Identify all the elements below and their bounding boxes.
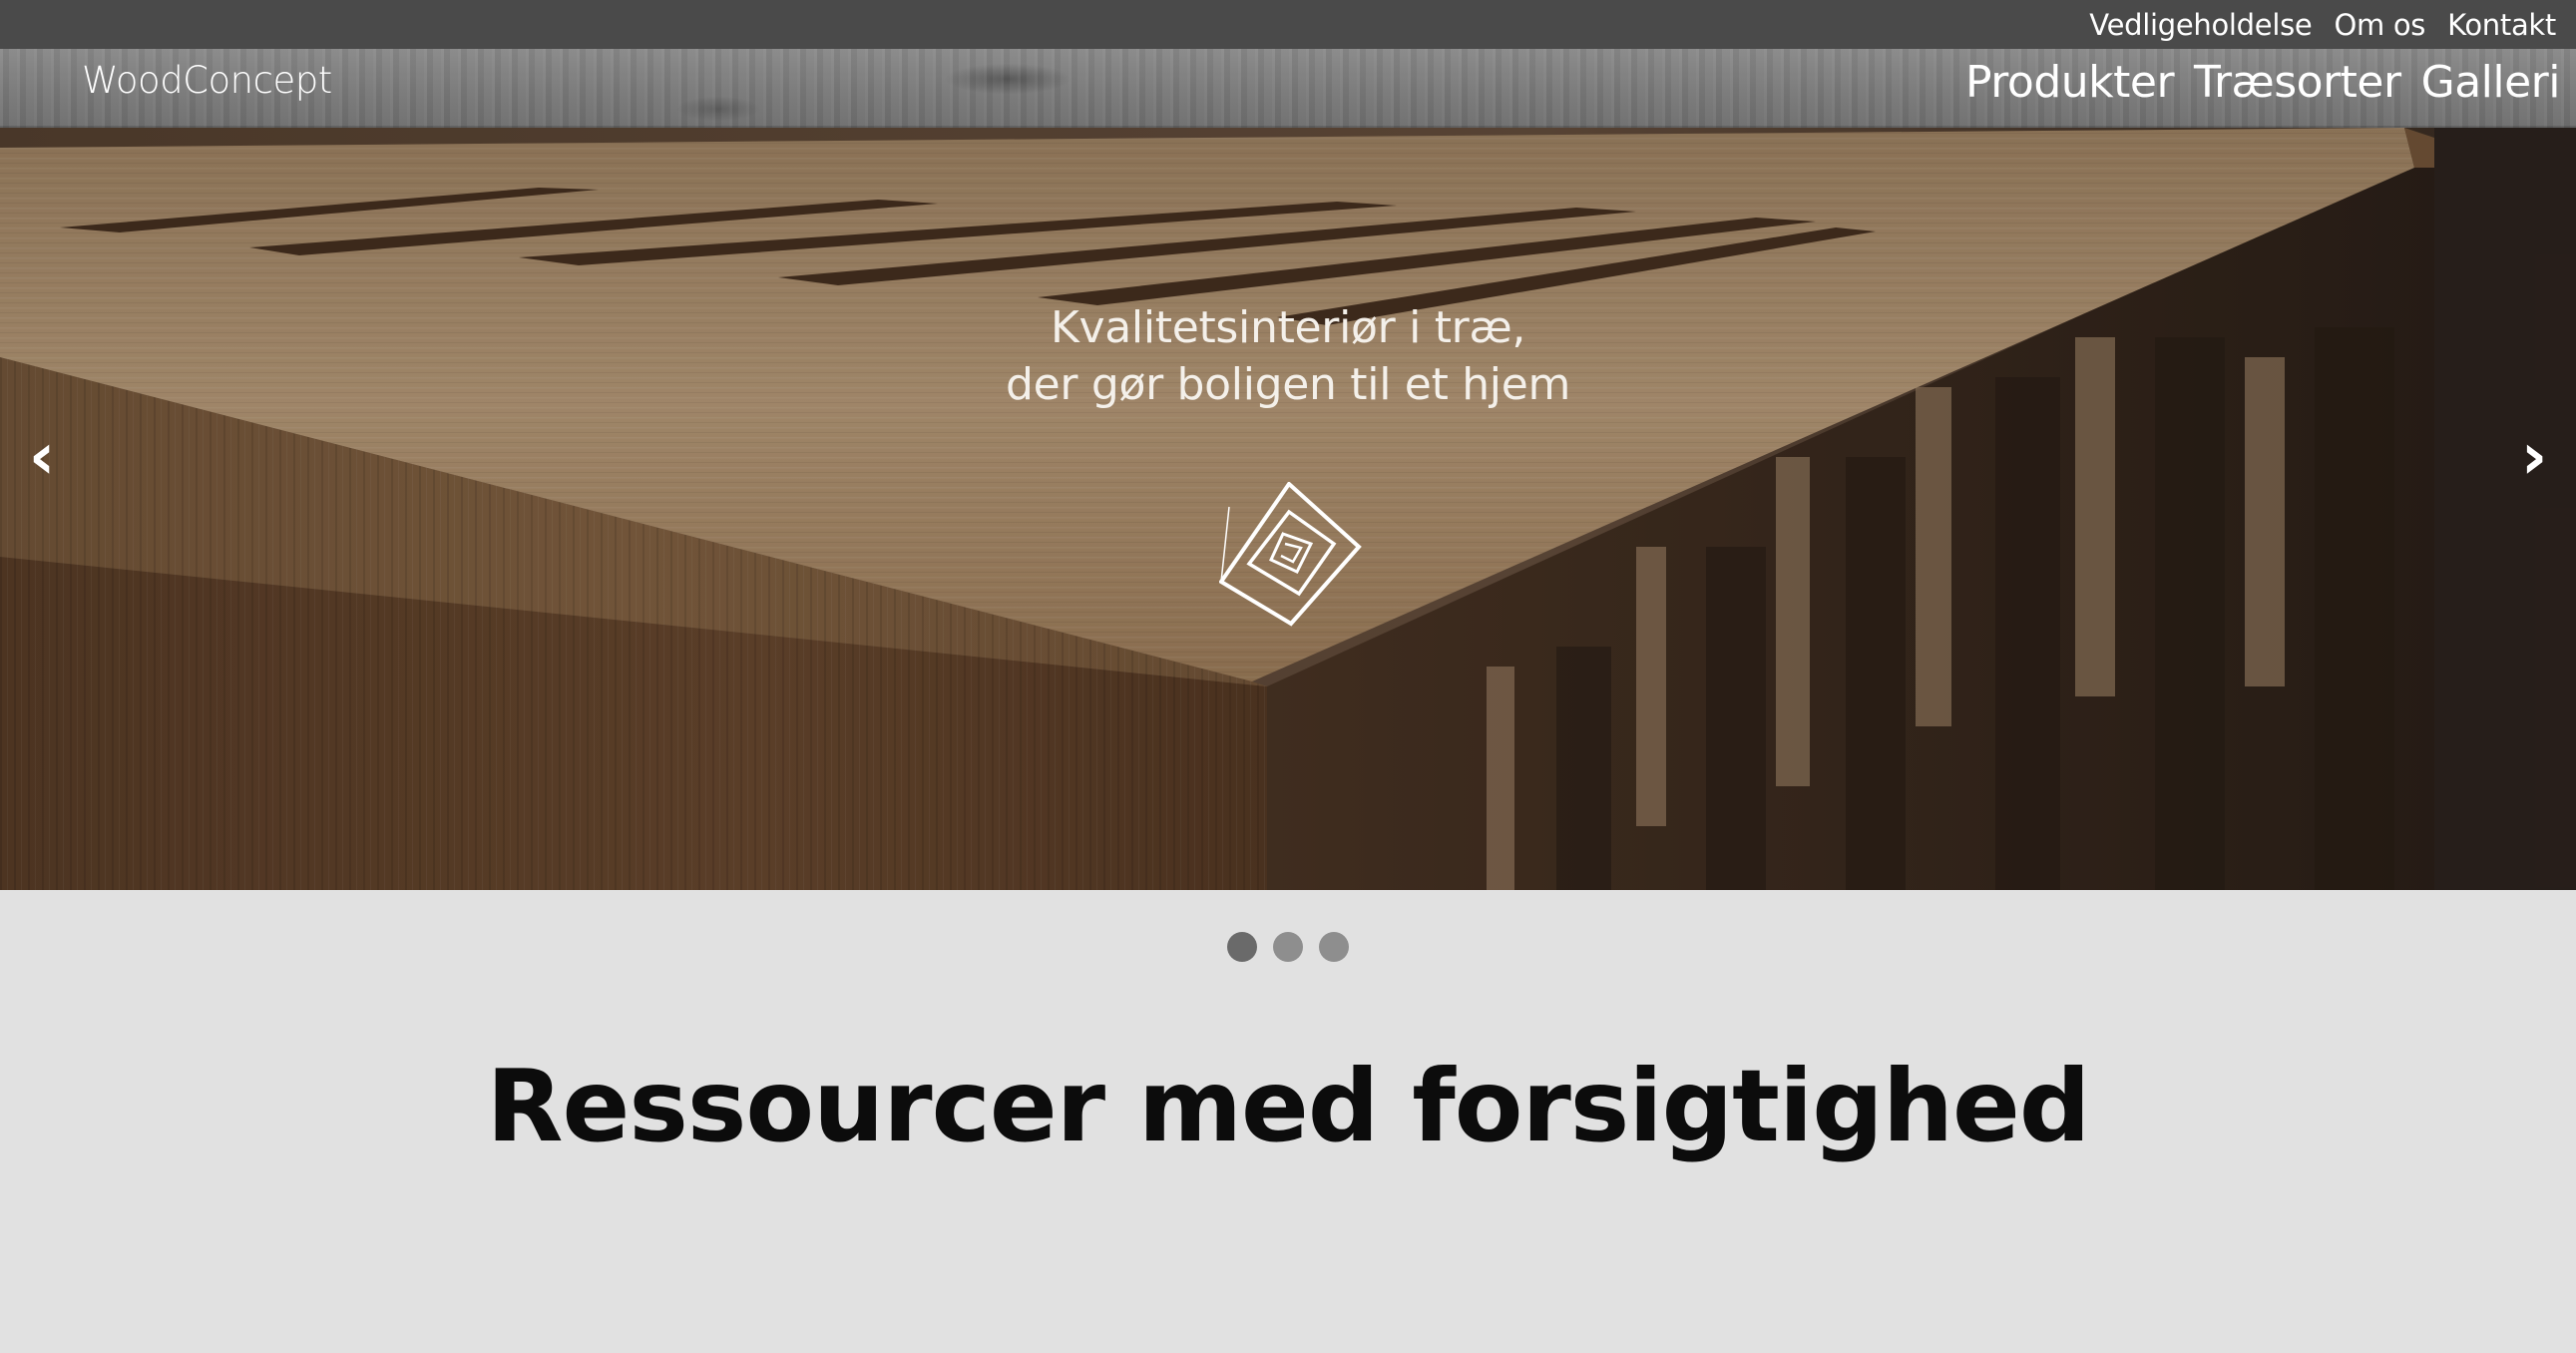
hero-caption-line-1: Kvalitetsinteriør i træ, (1050, 302, 1526, 353)
brand-logo[interactable]: WoodConcept (82, 59, 332, 102)
carousel-dot-2[interactable] (1273, 932, 1303, 962)
section-heading: Ressourcer med forsigtighed (486, 1048, 2091, 1164)
hero-carousel: Kvalitetsinteriør i træ, der gør boligen… (0, 128, 2576, 890)
utility-nav: Vedligeholdelse Om os Kontakt (2089, 0, 2556, 49)
hero-caption: Kvalitetsinteriør i træ, der gør boligen… (0, 299, 2576, 413)
carousel-indicators (0, 932, 2576, 962)
nav-link-traesorter[interactable]: Træsorter (2194, 57, 2401, 108)
utility-link-om-os[interactable]: Om os (2334, 8, 2425, 42)
main-header: WoodConcept Produkter Træsorter Galleri (0, 49, 2576, 128)
spiral-square-emblem-icon (1219, 482, 1362, 627)
carousel-dot-1[interactable] (1227, 932, 1257, 962)
utility-link-vedligeholdelse[interactable]: Vedligeholdelse (2089, 8, 2312, 42)
utility-bar: Vedligeholdelse Om os Kontakt (0, 0, 2576, 49)
utility-link-kontakt[interactable]: Kontakt (2447, 8, 2556, 42)
carousel-dot-3[interactable] (1319, 932, 1349, 962)
nav-link-produkter[interactable]: Produkter (1965, 57, 2175, 108)
nav-link-galleri[interactable]: Galleri (2421, 57, 2561, 108)
carousel-prev-button[interactable]: ‹ (12, 417, 72, 497)
carousel-next-button[interactable]: › (2504, 417, 2564, 497)
hero-caption-line-2: der gør boligen til et hjem (1005, 359, 1571, 410)
main-nav: Produkter Træsorter Galleri (1965, 57, 2560, 108)
